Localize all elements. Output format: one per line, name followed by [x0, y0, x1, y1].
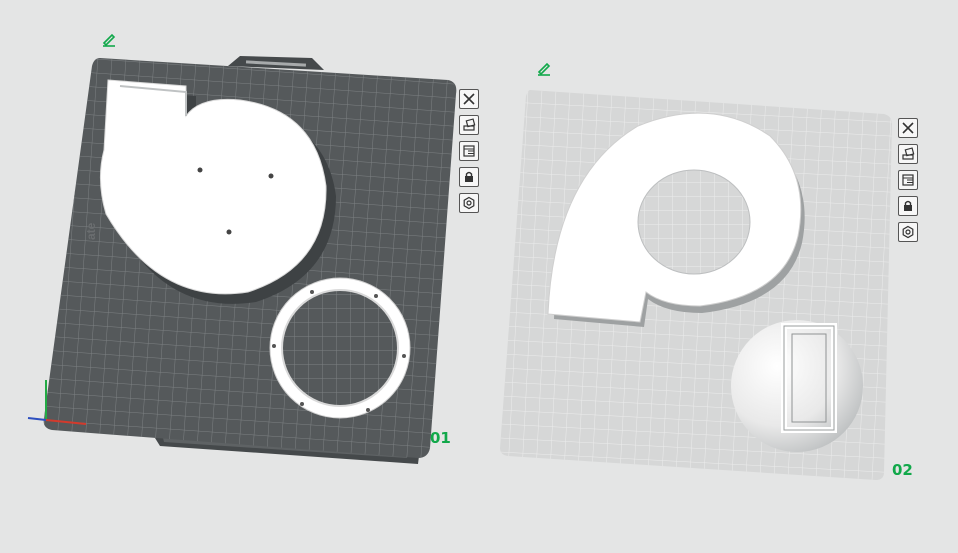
arrange-icon [463, 118, 476, 131]
plate-01[interactable] [15, 25, 485, 495]
close-plate-button[interactable] [898, 118, 918, 138]
arrange-icon [902, 147, 915, 160]
lock-plate-button[interactable] [898, 196, 918, 216]
plate-settings-button[interactable] [459, 193, 479, 213]
lock-plate-button[interactable] [459, 167, 479, 187]
model-flange-ring[interactable] [269, 277, 411, 419]
plate-layers-button[interactable] [459, 141, 479, 161]
plate-02[interactable] [479, 59, 920, 500]
layers-icon [463, 145, 475, 157]
plate-01-toolbar [459, 89, 479, 213]
plate-layers-button[interactable] [898, 170, 918, 190]
plate-number-label: 02 [892, 461, 913, 479]
plate-02-toolbar [898, 118, 918, 242]
lock-icon [465, 171, 473, 182]
lock-icon [904, 200, 912, 211]
build-scene [15, 25, 920, 500]
plate-settings-button[interactable] [898, 222, 918, 242]
model-sphere-frame[interactable] [731, 320, 863, 452]
settings-icon [463, 196, 475, 210]
close-icon [463, 93, 475, 105]
close-icon [902, 122, 914, 134]
edit-plate-02-name-icon[interactable] [536, 60, 552, 76]
plate-brand-text: ate [84, 222, 98, 240]
layers-icon [902, 174, 914, 186]
arrange-plate-button[interactable] [898, 144, 918, 164]
settings-icon [902, 225, 914, 239]
edit-plate-01-name-icon[interactable] [101, 31, 117, 47]
close-plate-button[interactable] [459, 89, 479, 109]
plate-number-label: 01 [430, 429, 451, 447]
arrange-plate-button[interactable] [459, 115, 479, 135]
